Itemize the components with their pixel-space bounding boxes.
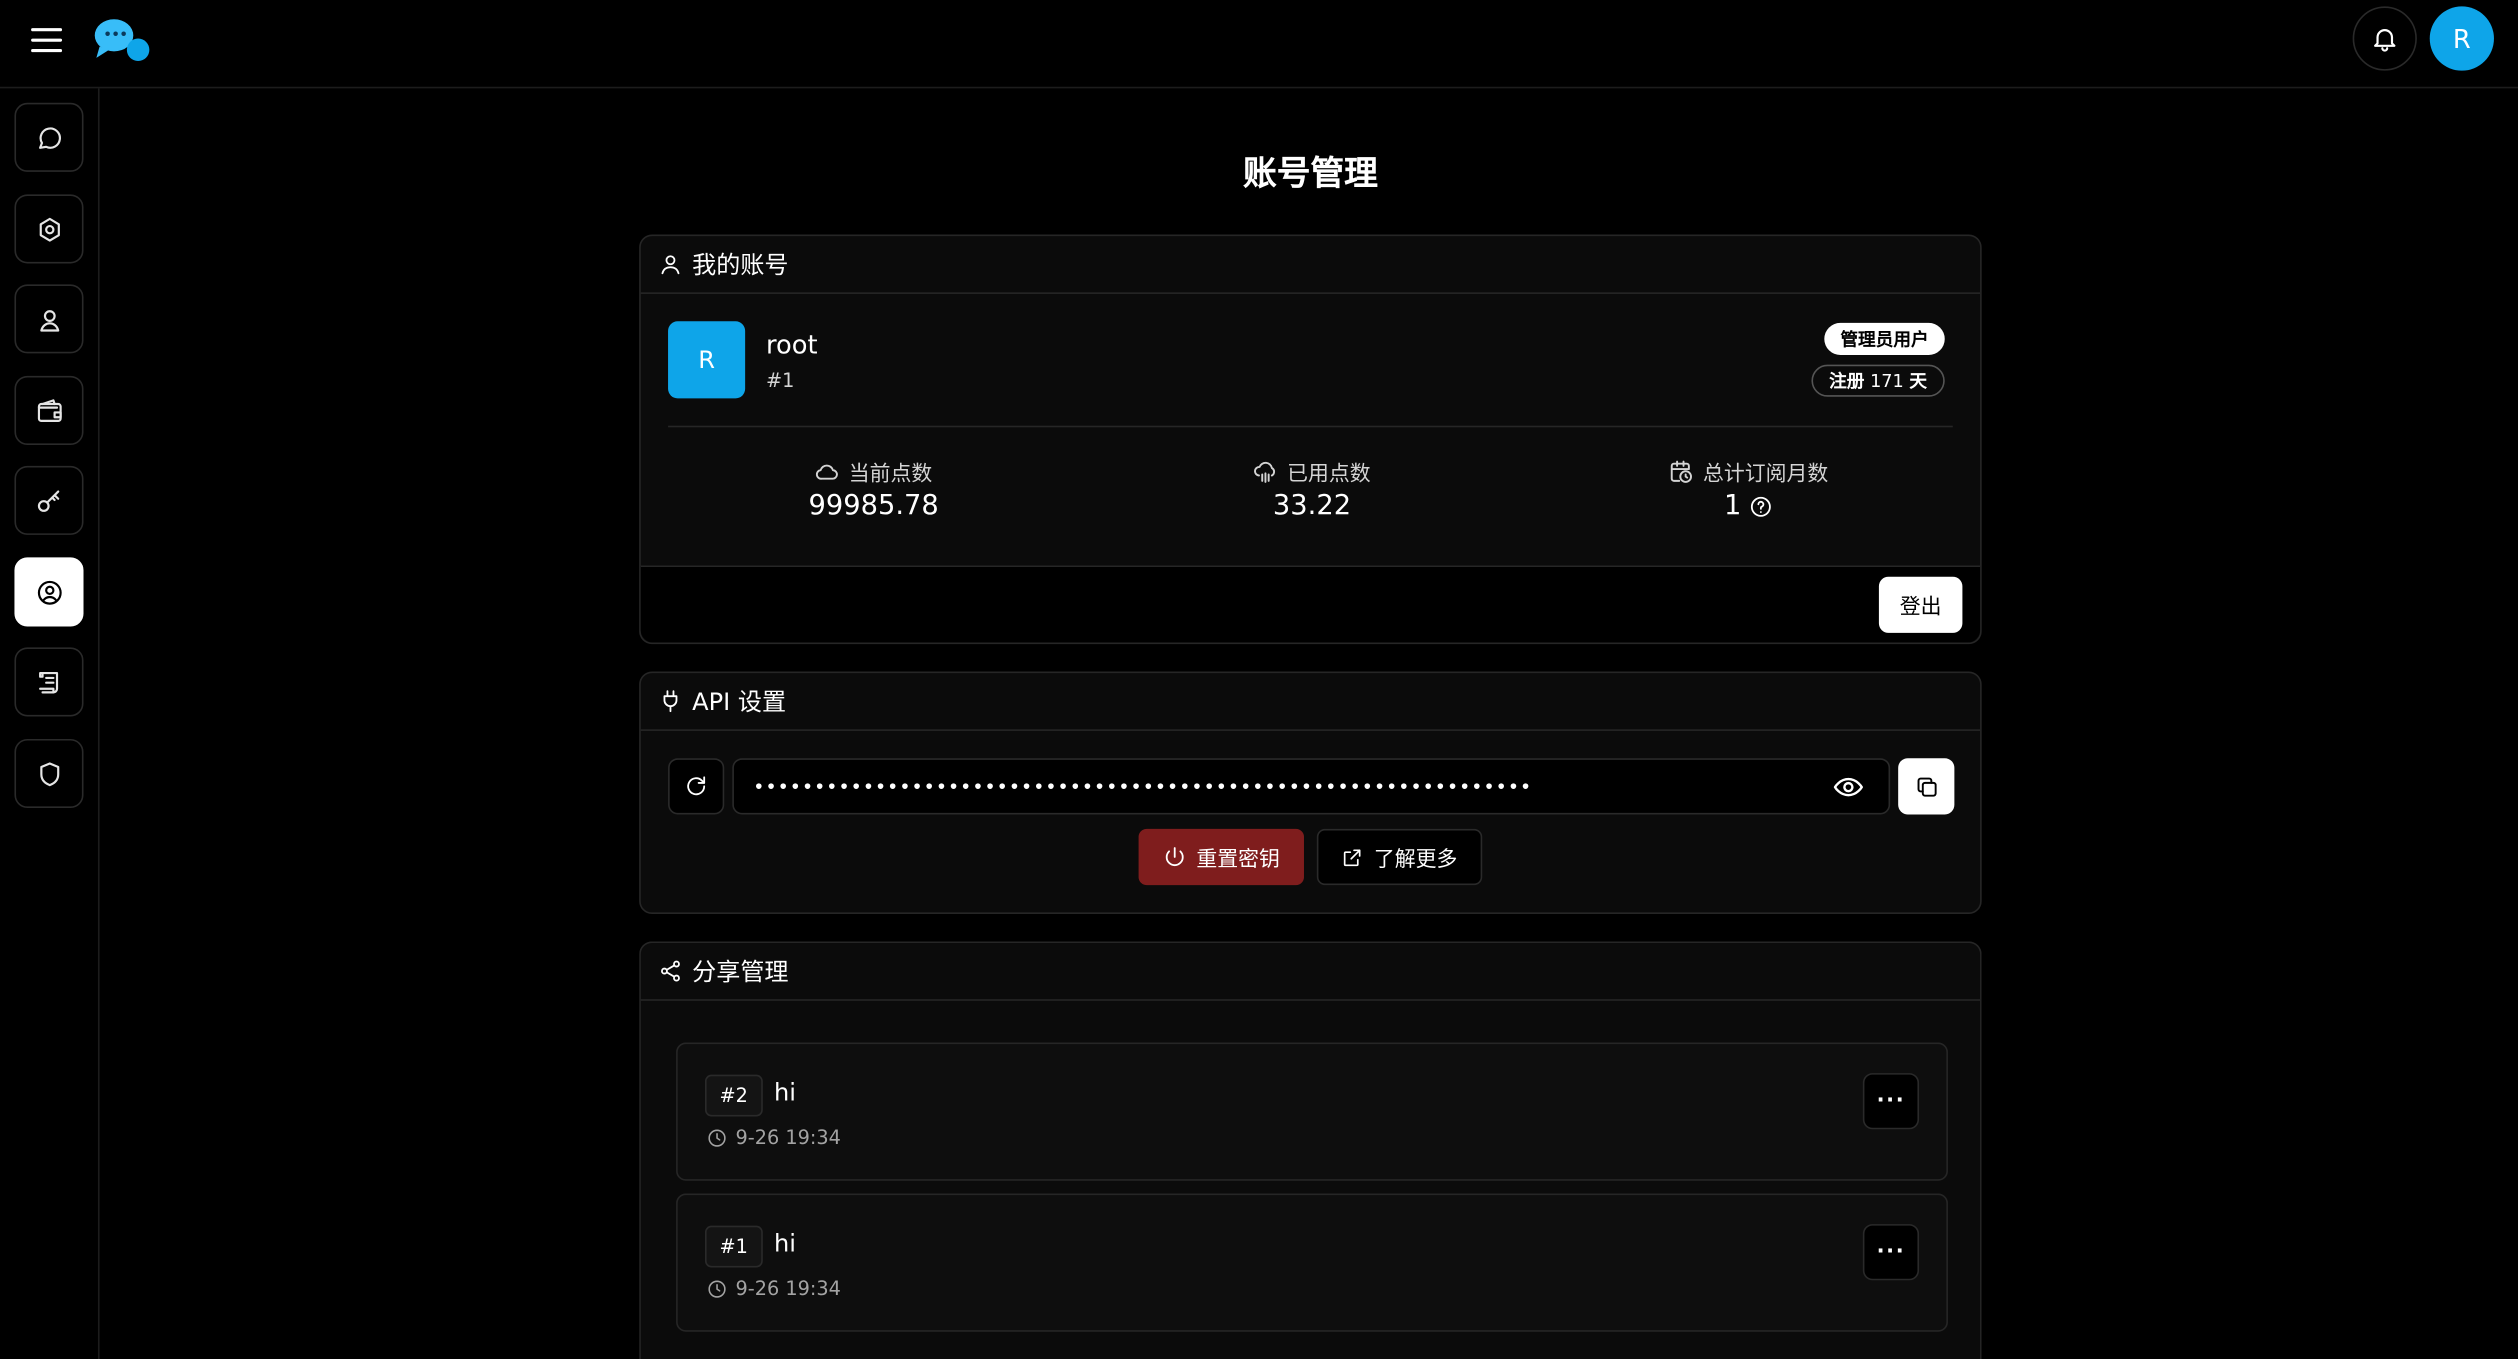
stat-label: 当前点数 — [848, 462, 933, 487]
reg-days: 171 — [1870, 370, 1904, 392]
settings-icon — [35, 214, 64, 243]
stat-current-points: 当前点数 99985.78 — [713, 456, 1034, 522]
cloud-rain-icon — [1253, 459, 1279, 485]
api-settings-card: API 设置 •••••••••••••••••••••••••••••••••… — [639, 671, 1982, 915]
copy-icon — [1913, 773, 1939, 799]
share-section-title: 分享管理 — [692, 957, 789, 987]
shield-icon — [35, 759, 64, 788]
user-circle-icon — [35, 578, 64, 607]
sidebar-item-wallet[interactable] — [14, 375, 84, 445]
learn-more-button[interactable]: 了解更多 — [1316, 828, 1483, 886]
registration-badge: 注册 171 天 — [1811, 364, 1945, 397]
divider — [668, 425, 1953, 428]
notification-bell-icon[interactable] — [2352, 6, 2417, 71]
account-card-header: 我的账号 — [640, 236, 1981, 294]
external-link-icon — [1342, 846, 1364, 868]
share-icon — [658, 959, 682, 983]
share-title: hi — [774, 1228, 797, 1258]
stat-value: 99985.78 — [808, 489, 939, 523]
stat-label: 已用点数 — [1287, 462, 1371, 487]
user-location-icon — [35, 304, 64, 333]
reset-key-button[interactable]: 重置密钥 — [1138, 828, 1304, 886]
logo-icon — [92, 14, 156, 65]
sidebar-item-account[interactable] — [14, 557, 84, 627]
copy-key-button[interactable] — [1898, 758, 1955, 815]
wallet-icon — [35, 396, 64, 425]
top-bar: R — [0, 0, 2518, 89]
api-card-header: API 设置 — [640, 673, 1981, 731]
clock-icon — [707, 1127, 728, 1148]
user-id: #1 — [766, 369, 795, 392]
more-options-button[interactable]: ··· — [1862, 1224, 1920, 1281]
key-icon — [35, 486, 64, 515]
account-section-title: 我的账号 — [692, 250, 789, 280]
refresh-icon — [684, 774, 708, 798]
share-time-text: 9-26 19:34 — [735, 1277, 841, 1300]
sidebar-item-user-location[interactable] — [14, 284, 84, 354]
share-card-header: 分享管理 — [640, 943, 1981, 1001]
app-root: R 账号管理 我的账号 R root #1 管理员用户 注册 171 天 当前点… — [0, 0, 2518, 1359]
account-card-footer: 登出 — [640, 565, 1981, 643]
username: root — [766, 329, 818, 360]
menu-icon[interactable] — [26, 19, 68, 61]
list-item[interactable]: #2 hi 9-26 19:34 ··· — [676, 1042, 1948, 1181]
share-time: 9-26 19:34 — [707, 1277, 841, 1300]
share-management-card: 分享管理 #2 hi 9-26 19:34 ··· #1 hi 9-26 19:… — [639, 941, 1982, 1359]
share-id-badge: #2 — [704, 1074, 763, 1117]
help-circle-icon[interactable] — [1749, 494, 1773, 518]
sidebar-item-scroll[interactable] — [14, 647, 84, 717]
list-item[interactable]: #1 hi 9-26 19:34 ··· — [676, 1193, 1948, 1332]
sidebar — [0, 88, 100, 1359]
refresh-key-button[interactable] — [668, 758, 725, 815]
sidebar-item-key[interactable] — [14, 465, 84, 535]
reg-unit: 天 — [1909, 371, 1928, 392]
reg-label: 注册 — [1829, 371, 1865, 392]
api-section-title: API 设置 — [692, 687, 787, 717]
share-title: hi — [774, 1077, 797, 1107]
plug-icon — [658, 689, 682, 713]
sidebar-item-security[interactable] — [14, 738, 84, 809]
api-key-input[interactable]: ••••••••••••••••••••••••••••••••••••••••… — [732, 758, 1891, 815]
stat-value: 1 — [1724, 489, 1742, 523]
scroll-icon — [35, 667, 64, 696]
learn-more-label: 了解更多 — [1373, 848, 1458, 873]
role-badge: 管理员用户 — [1824, 322, 1945, 356]
share-time-text: 9-26 19:34 — [735, 1126, 841, 1149]
user-icon — [658, 252, 682, 276]
stat-value: 33.22 — [1272, 489, 1352, 523]
sidebar-item-settings[interactable] — [14, 194, 84, 264]
more-options-button[interactable]: ··· — [1862, 1073, 1920, 1130]
eye-icon[interactable] — [1832, 771, 1864, 803]
stat-subscription-months: 总计订阅月数 1 — [1588, 456, 1909, 522]
page-title: 账号管理 — [1242, 154, 1378, 193]
account-avatar: R — [668, 321, 746, 399]
share-time: 9-26 19:34 — [707, 1126, 841, 1149]
stat-used-points: 已用点数 33.22 — [1151, 456, 1472, 522]
cloud-icon — [815, 459, 841, 485]
logout-button[interactable]: 登出 — [1878, 576, 1963, 633]
reset-key-label: 重置密钥 — [1196, 848, 1280, 873]
account-card: 我的账号 R root #1 管理员用户 注册 171 天 当前点数 99985… — [639, 234, 1982, 645]
stat-label: 总计订阅月数 — [1703, 462, 1829, 487]
clock-icon — [707, 1278, 728, 1299]
power-icon — [1163, 845, 1187, 869]
share-id-badge: #1 — [704, 1225, 763, 1268]
calendar-clock-icon — [1669, 459, 1695, 485]
user-avatar[interactable]: R — [2429, 6, 2494, 71]
